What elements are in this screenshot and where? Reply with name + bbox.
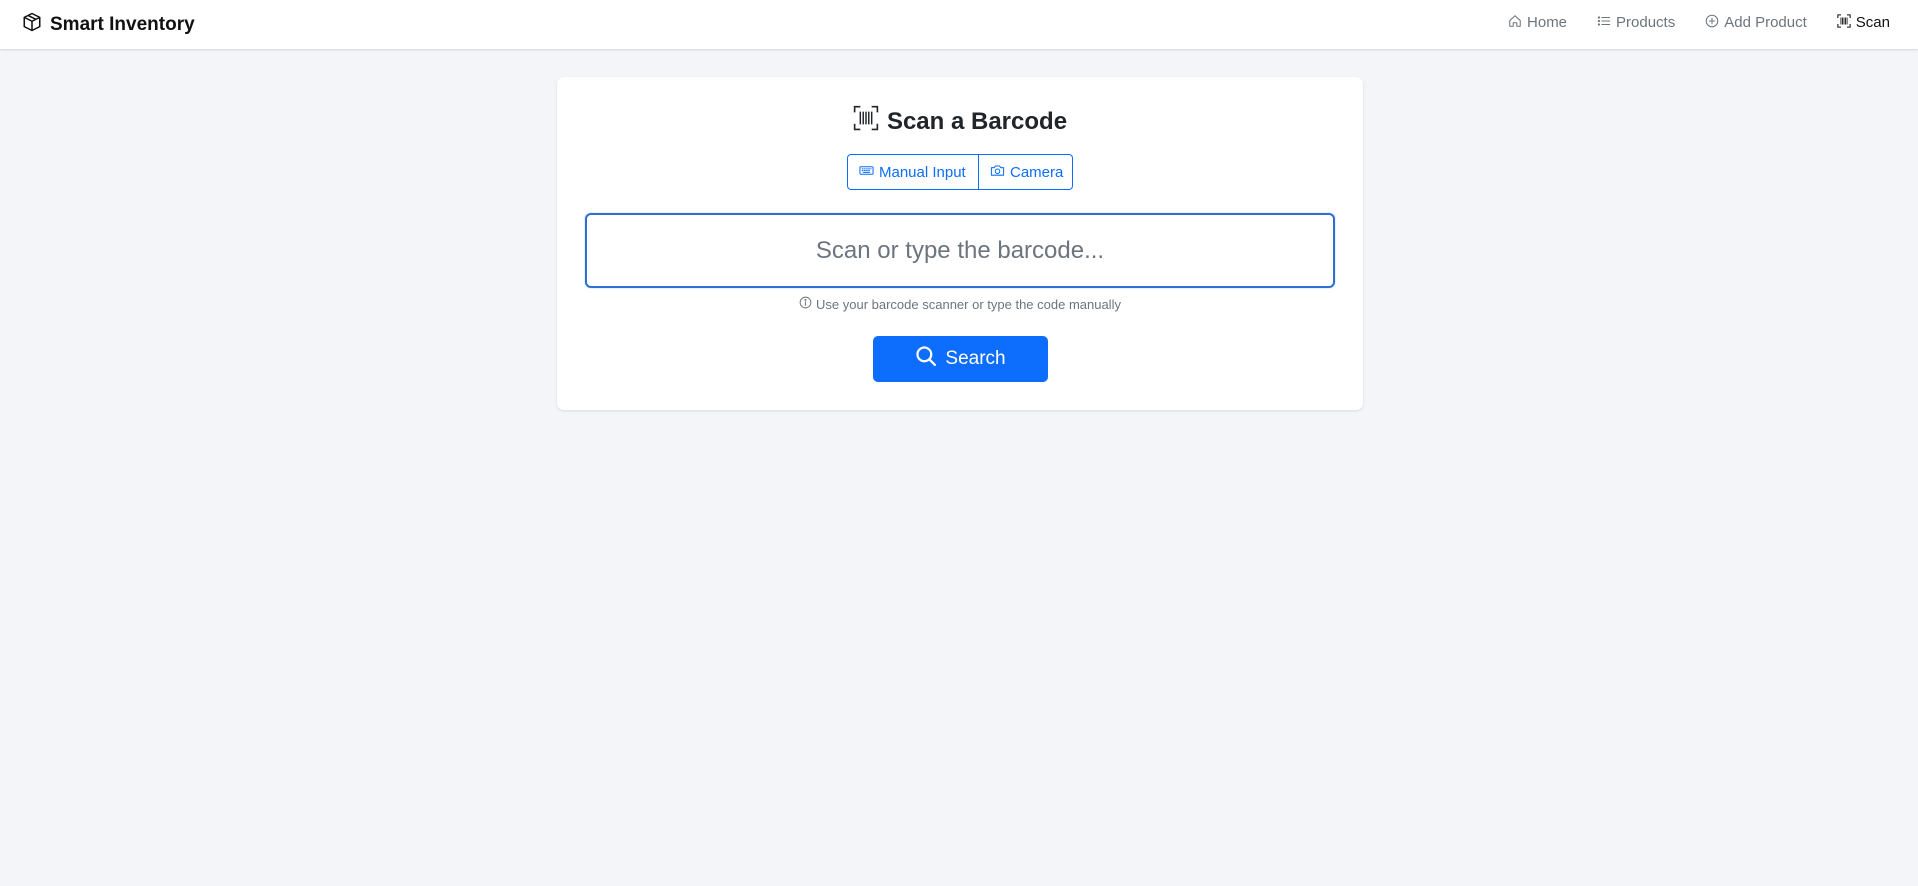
top-navbar: Smart Inventory Home Products Add Produc…	[0, 0, 1918, 49]
camera-button[interactable]: Camera	[979, 154, 1073, 190]
help-text-label: Use your barcode scanner or type the cod…	[816, 296, 1121, 312]
list-icon	[1597, 14, 1611, 32]
house-icon	[1508, 14, 1522, 32]
camera-label: Camera	[1010, 163, 1064, 181]
barcode-input[interactable]	[585, 213, 1335, 288]
nav-scan[interactable]: Scan	[1837, 13, 1890, 32]
box-icon	[22, 12, 42, 38]
barcode-scan-icon	[1837, 13, 1851, 32]
plus-circle-icon	[1705, 14, 1719, 32]
info-circle-icon	[799, 296, 812, 312]
nav-scan-label: Scan	[1855, 14, 1890, 31]
scan-mode-toggle: Manual Input Camera	[847, 154, 1073, 190]
keyboard-icon	[859, 163, 874, 182]
search-button-label: Search	[945, 348, 1006, 369]
camera-icon	[990, 163, 1005, 182]
search-icon	[915, 345, 937, 373]
brand[interactable]: Smart Inventory	[22, 12, 195, 38]
nav-home[interactable]: Home	[1508, 14, 1567, 32]
help-text: Use your barcode scanner or type the cod…	[557, 296, 1363, 312]
main-nav: Home Products Add Product Scan	[1508, 0, 1890, 45]
nav-add-product-label: Add Product	[1724, 14, 1807, 31]
nav-products-label: Products	[1616, 14, 1676, 31]
search-button[interactable]: Search	[873, 336, 1048, 382]
page-title-text: Scan a Barcode	[886, 107, 1068, 135]
brand-name: Smart Inventory	[50, 14, 195, 35]
scan-card: Scan a Barcode Manual Input Camera Scan …	[557, 77, 1363, 410]
manual-input-label: Manual Input	[879, 163, 966, 181]
manual-input-button[interactable]: Manual Input	[847, 154, 979, 190]
barcode-scan-icon	[853, 105, 879, 138]
nav-add-product[interactable]: Add Product	[1705, 14, 1807, 32]
nav-home-label: Home	[1527, 14, 1568, 31]
page-title: Scan a Barcode	[557, 105, 1363, 138]
nav-products[interactable]: Products	[1597, 14, 1675, 32]
